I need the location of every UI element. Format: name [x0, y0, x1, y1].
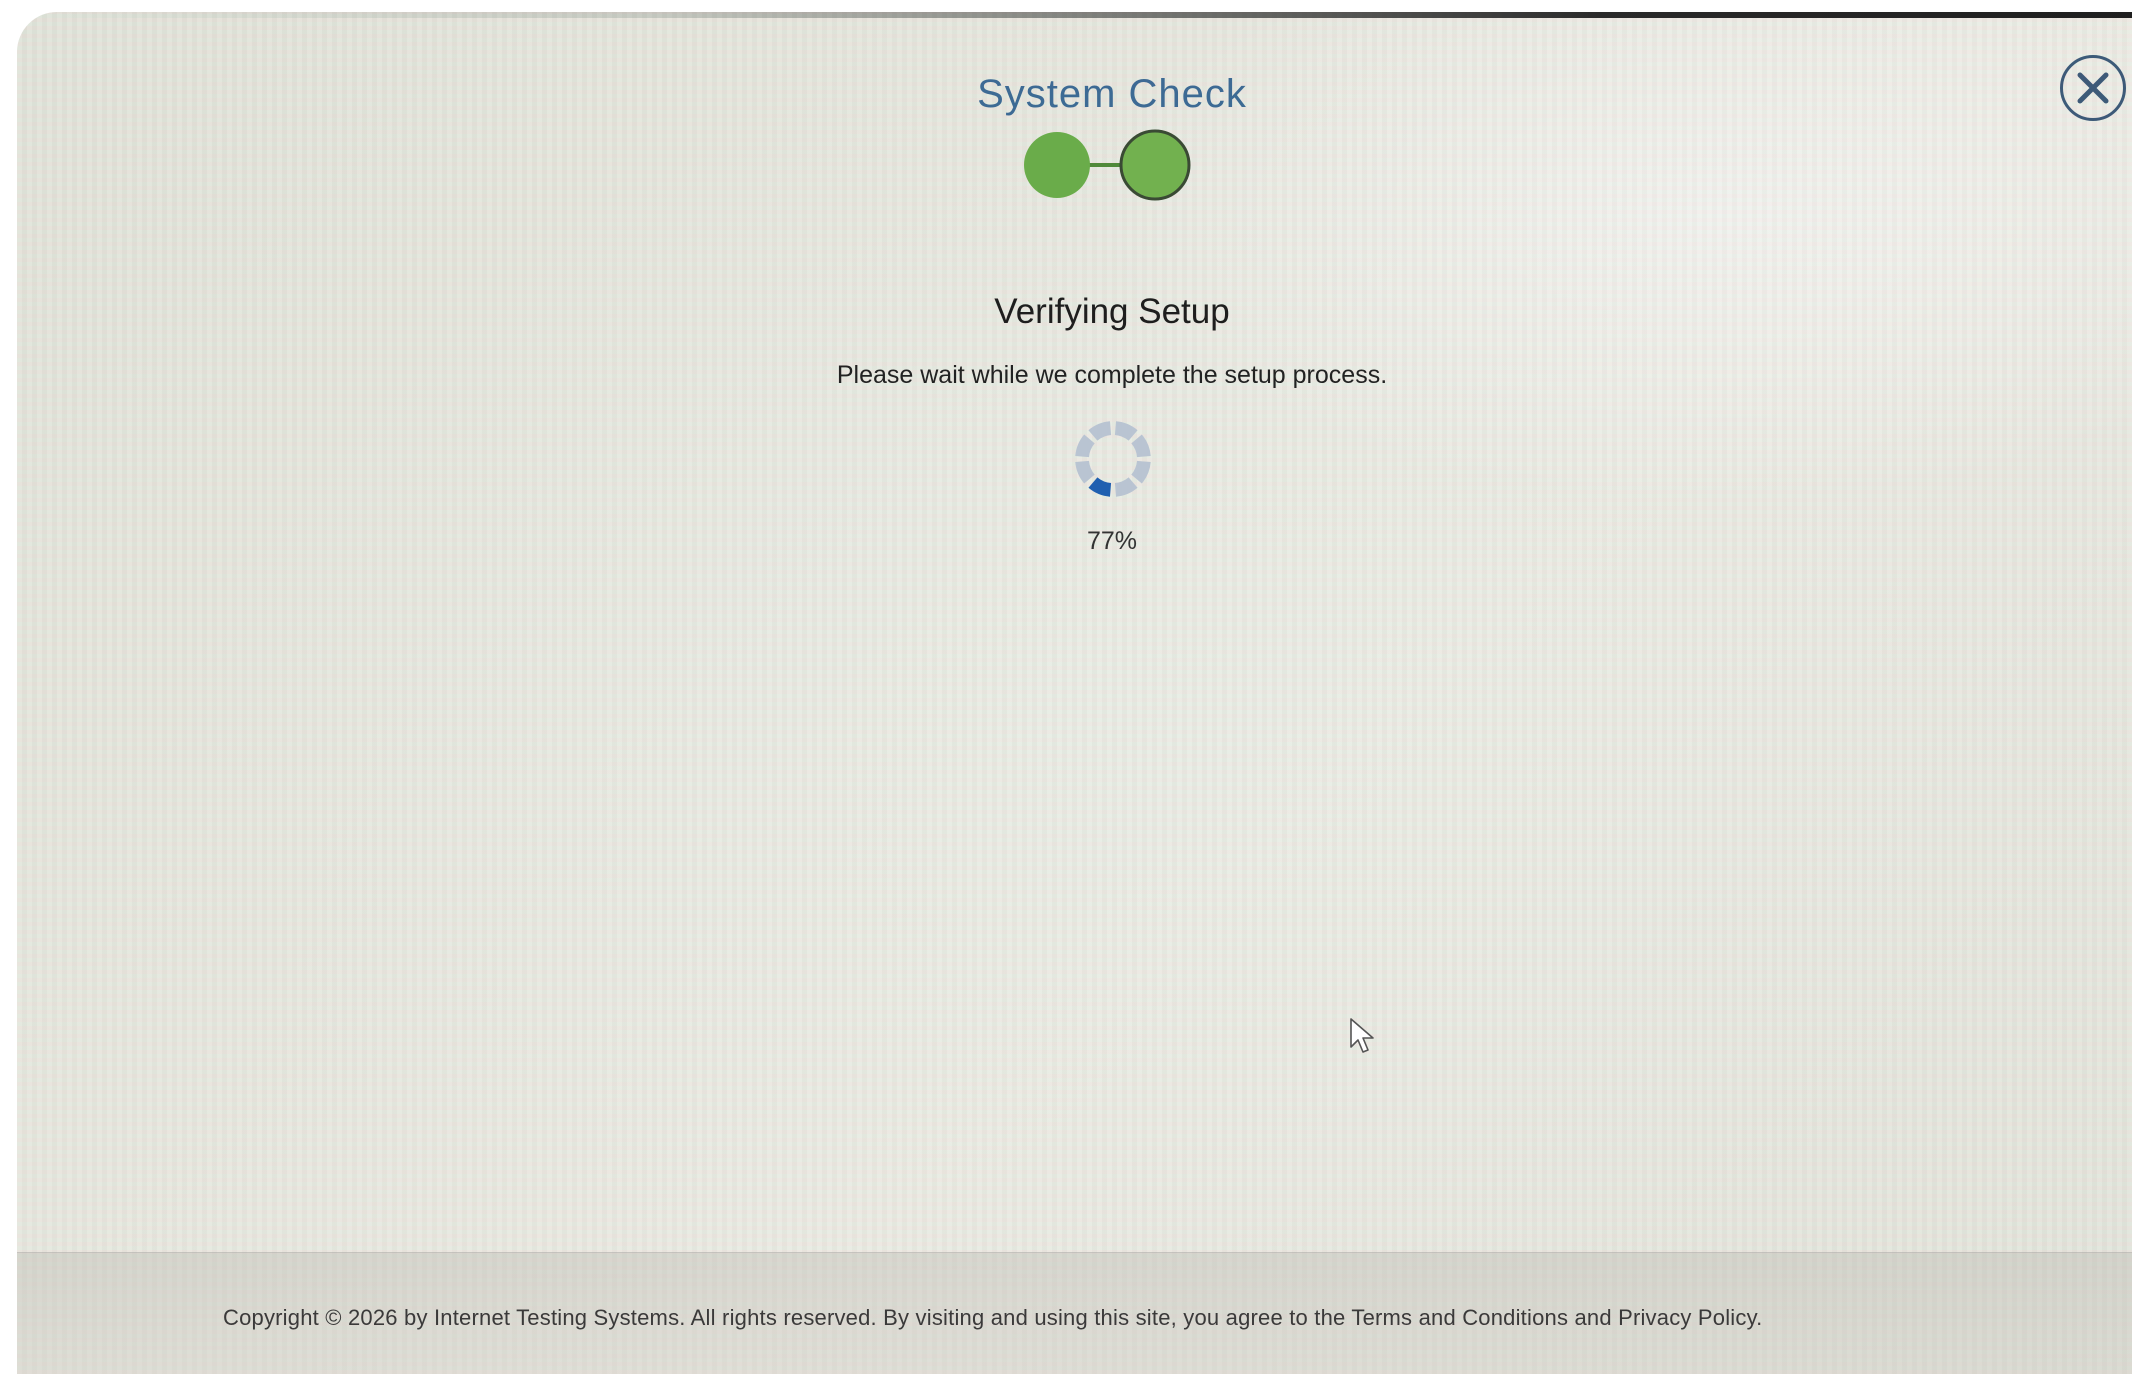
spinner-segment — [1114, 421, 1138, 441]
step-1-complete — [1024, 132, 1090, 198]
spinner-segment — [1131, 434, 1151, 458]
spinner-segment — [1114, 477, 1138, 497]
mouse-cursor-icon — [1350, 1018, 1374, 1053]
screen: System Check Verifying Setup Please wait… — [17, 12, 2132, 1374]
spinner-segment-active — [1088, 477, 1112, 497]
loading-spinner-icon — [1075, 421, 1151, 497]
footer-copyright: Copyright © 2026 by Internet Testing Sys… — [223, 1305, 1763, 1330]
spinner-segment — [1088, 421, 1112, 441]
spinner-segment — [1075, 434, 1095, 458]
status-message: Please wait while we complete the setup … — [836, 361, 1388, 389]
step-2-current — [1119, 129, 1191, 201]
screen-glare — [17, 12, 2132, 1374]
footer: Copyright © 2026 by Internet Testing Sys… — [17, 1252, 2132, 1374]
step-indicator — [1024, 129, 1191, 201]
monitor-bezel — [17, 12, 2132, 18]
page-title: System Check — [977, 72, 1247, 116]
progress-percent: 77% — [1086, 527, 1138, 555]
spinner-segment — [1131, 460, 1151, 484]
status-heading: Verifying Setup — [994, 292, 1230, 331]
spinner-segment — [1075, 460, 1095, 484]
